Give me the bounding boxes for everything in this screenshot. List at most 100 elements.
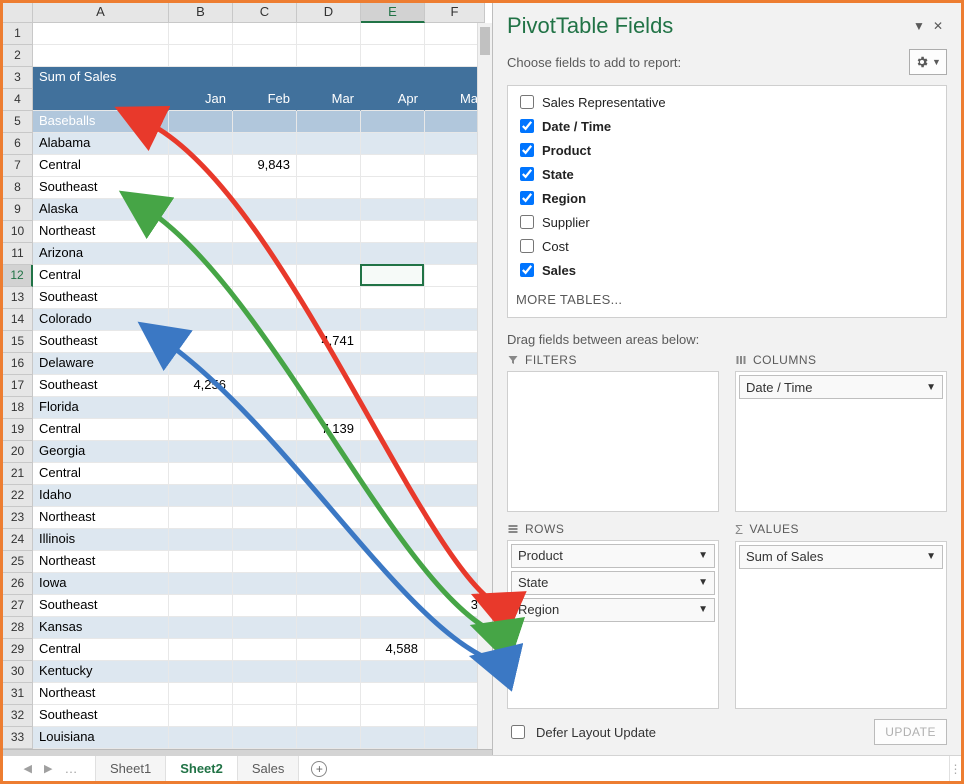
cell-F26[interactable] xyxy=(425,573,485,595)
cell-B11[interactable] xyxy=(169,243,233,265)
cell-C26[interactable] xyxy=(233,573,297,595)
cell-D33[interactable] xyxy=(297,727,361,749)
field-chip[interactable]: Sum of Sales▼ xyxy=(739,545,943,569)
cell-B31[interactable] xyxy=(169,683,233,705)
grid-row[interactable]: 23Northeast xyxy=(3,507,492,529)
grid-row[interactable]: 26Iowa xyxy=(3,573,492,595)
grid-row[interactable]: 21Central xyxy=(3,463,492,485)
cell-B18[interactable] xyxy=(169,397,233,419)
pane-close-button[interactable]: ✕ xyxy=(929,19,947,33)
cell-D28[interactable] xyxy=(297,617,361,639)
row-header[interactable]: 1 xyxy=(3,23,33,45)
row-header[interactable]: 24 xyxy=(3,529,33,551)
row-header[interactable]: 18 xyxy=(3,397,33,419)
cell-E22[interactable] xyxy=(361,485,425,507)
cell-B25[interactable] xyxy=(169,551,233,573)
field-checkbox[interactable] xyxy=(520,239,534,253)
cell-F22[interactable] xyxy=(425,485,485,507)
cell-D11[interactable] xyxy=(297,243,361,265)
cell-C19[interactable] xyxy=(233,419,297,441)
cell-E28[interactable] xyxy=(361,617,425,639)
cell-F14[interactable] xyxy=(425,309,485,331)
cell-E15[interactable] xyxy=(361,331,425,353)
cell-D23[interactable] xyxy=(297,507,361,529)
cell-A19[interactable]: Central xyxy=(33,419,169,441)
values-dropzone[interactable]: Sum of Sales▼ xyxy=(735,541,947,710)
grid-row[interactable]: 20Georgia xyxy=(3,441,492,463)
row-header[interactable]: 16 xyxy=(3,353,33,375)
col-header-F[interactable]: F xyxy=(425,3,485,23)
cell-C15[interactable] xyxy=(233,331,297,353)
cell-F33[interactable] xyxy=(425,727,485,749)
tab-nav-next[interactable]: ▶ xyxy=(41,762,55,775)
row-header[interactable]: 14 xyxy=(3,309,33,331)
cell-C9[interactable] xyxy=(233,199,297,221)
cell-C3[interactable] xyxy=(233,67,297,89)
cell-D9[interactable] xyxy=(297,199,361,221)
cell-C14[interactable] xyxy=(233,309,297,331)
row-header[interactable]: 19 xyxy=(3,419,33,441)
cell-A18[interactable]: Florida xyxy=(33,397,169,419)
row-header[interactable]: 17 xyxy=(3,375,33,397)
field-checkbox[interactable] xyxy=(520,143,534,157)
field-checkbox[interactable] xyxy=(520,263,534,277)
cell-C29[interactable] xyxy=(233,639,297,661)
cell-D16[interactable] xyxy=(297,353,361,375)
field-checkbox[interactable] xyxy=(520,191,534,205)
row-header[interactable]: 26 xyxy=(3,573,33,595)
cell-E2[interactable] xyxy=(361,45,425,67)
cell-A15[interactable]: Southeast xyxy=(33,331,169,353)
grid-row[interactable]: 5Baseballs xyxy=(3,111,492,133)
cell-B16[interactable] xyxy=(169,353,233,375)
cell-E6[interactable] xyxy=(361,133,425,155)
cell-E8[interactable] xyxy=(361,177,425,199)
cell-D8[interactable] xyxy=(297,177,361,199)
cell-F29[interactable] xyxy=(425,639,485,661)
cell-E23[interactable] xyxy=(361,507,425,529)
cell-C17[interactable] xyxy=(233,375,297,397)
grid-row[interactable]: 15Southeast4,741 xyxy=(3,331,492,353)
cell-C16[interactable] xyxy=(233,353,297,375)
cell-A26[interactable]: Iowa xyxy=(33,573,169,595)
col-header-C[interactable]: C xyxy=(233,3,297,23)
cell-B6[interactable] xyxy=(169,133,233,155)
tab-nav-more[interactable]: … xyxy=(61,761,77,776)
cell-F3[interactable] xyxy=(425,67,485,89)
cell-B28[interactable] xyxy=(169,617,233,639)
cell-D26[interactable] xyxy=(297,573,361,595)
cell-A2[interactable] xyxy=(33,45,169,67)
cell-C28[interactable] xyxy=(233,617,297,639)
col-header-D[interactable]: D xyxy=(297,3,361,23)
cell-D25[interactable] xyxy=(297,551,361,573)
cell-D29[interactable] xyxy=(297,639,361,661)
cell-A5[interactable]: Baseballs xyxy=(33,111,169,133)
cell-C25[interactable] xyxy=(233,551,297,573)
cell-D12[interactable] xyxy=(297,265,361,287)
row-header[interactable]: 2 xyxy=(3,45,33,67)
cell-D10[interactable] xyxy=(297,221,361,243)
field-checkbox[interactable] xyxy=(520,167,534,181)
cell-E4[interactable]: Apr xyxy=(361,89,425,111)
col-header-A[interactable]: A xyxy=(33,3,169,23)
cell-B5[interactable] xyxy=(169,111,233,133)
cell-A7[interactable]: Central xyxy=(33,155,169,177)
cell-B29[interactable] xyxy=(169,639,233,661)
cell-F32[interactable] xyxy=(425,705,485,727)
cell-C11[interactable] xyxy=(233,243,297,265)
col-header-E[interactable]: E xyxy=(361,3,425,23)
cell-D4[interactable]: Mar xyxy=(297,89,361,111)
row-header[interactable]: 9 xyxy=(3,199,33,221)
cell-A8[interactable]: Southeast xyxy=(33,177,169,199)
pane-layout-button[interactable]: ▼ xyxy=(909,49,947,75)
cell-A11[interactable]: Arizona xyxy=(33,243,169,265)
grid-row[interactable]: 14Colorado xyxy=(3,309,492,331)
grid-row[interactable]: 3Sum of Sales xyxy=(3,67,492,89)
cell-E27[interactable] xyxy=(361,595,425,617)
cell-E29[interactable]: 4,588 xyxy=(361,639,425,661)
cell-B13[interactable] xyxy=(169,287,233,309)
sheet-tab-sheet1[interactable]: Sheet1 xyxy=(95,756,166,781)
cell-A16[interactable]: Delaware xyxy=(33,353,169,375)
cell-F6[interactable] xyxy=(425,133,485,155)
cell-F13[interactable] xyxy=(425,287,485,309)
cell-F11[interactable] xyxy=(425,243,485,265)
